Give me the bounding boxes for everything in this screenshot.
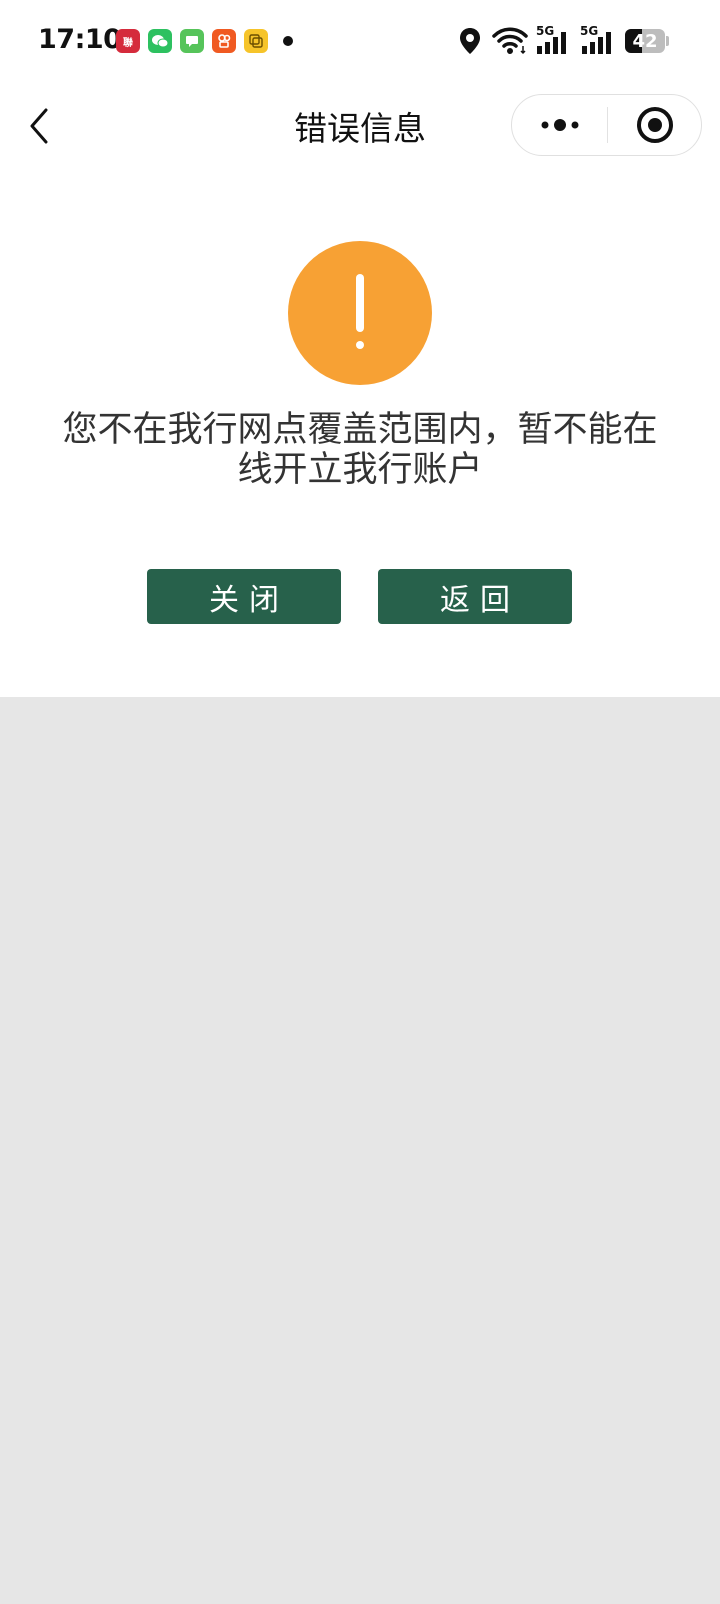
location-icon (460, 28, 480, 54)
target-icon (637, 107, 673, 143)
more-icon (541, 119, 578, 131)
signal-icon-1 (537, 32, 566, 54)
warning-icon-bar (356, 274, 364, 332)
app-icon-messages (180, 29, 204, 53)
signal-icon-2 (582, 32, 611, 54)
mini-program-capsule (511, 94, 702, 156)
wifi-icon (492, 27, 528, 55)
battery-level: 42 (632, 30, 658, 52)
app-icon-1: 聯 (116, 29, 140, 53)
app-icon-wechat (148, 29, 172, 53)
app-icon-4 (212, 29, 236, 53)
error-message: 您不在我行网点覆盖范围内，暂不能在线开立我行账户 (62, 410, 658, 490)
close-button[interactable]: 关闭 (147, 569, 341, 624)
notification-dot (283, 36, 293, 46)
more-button[interactable] (512, 95, 607, 155)
back-action-button[interactable]: 返回 (378, 569, 572, 624)
battery-icon: 42 (625, 29, 665, 53)
battery-cap (666, 36, 669, 46)
warning-icon-dot (356, 341, 364, 349)
status-bar: 17:10 聯 5G 5G 42 (0, 0, 720, 82)
app-icon-5 (244, 29, 268, 53)
status-time: 17:10 (38, 24, 122, 55)
close-miniprogram-button[interactable] (608, 95, 702, 155)
warning-icon (288, 241, 432, 385)
